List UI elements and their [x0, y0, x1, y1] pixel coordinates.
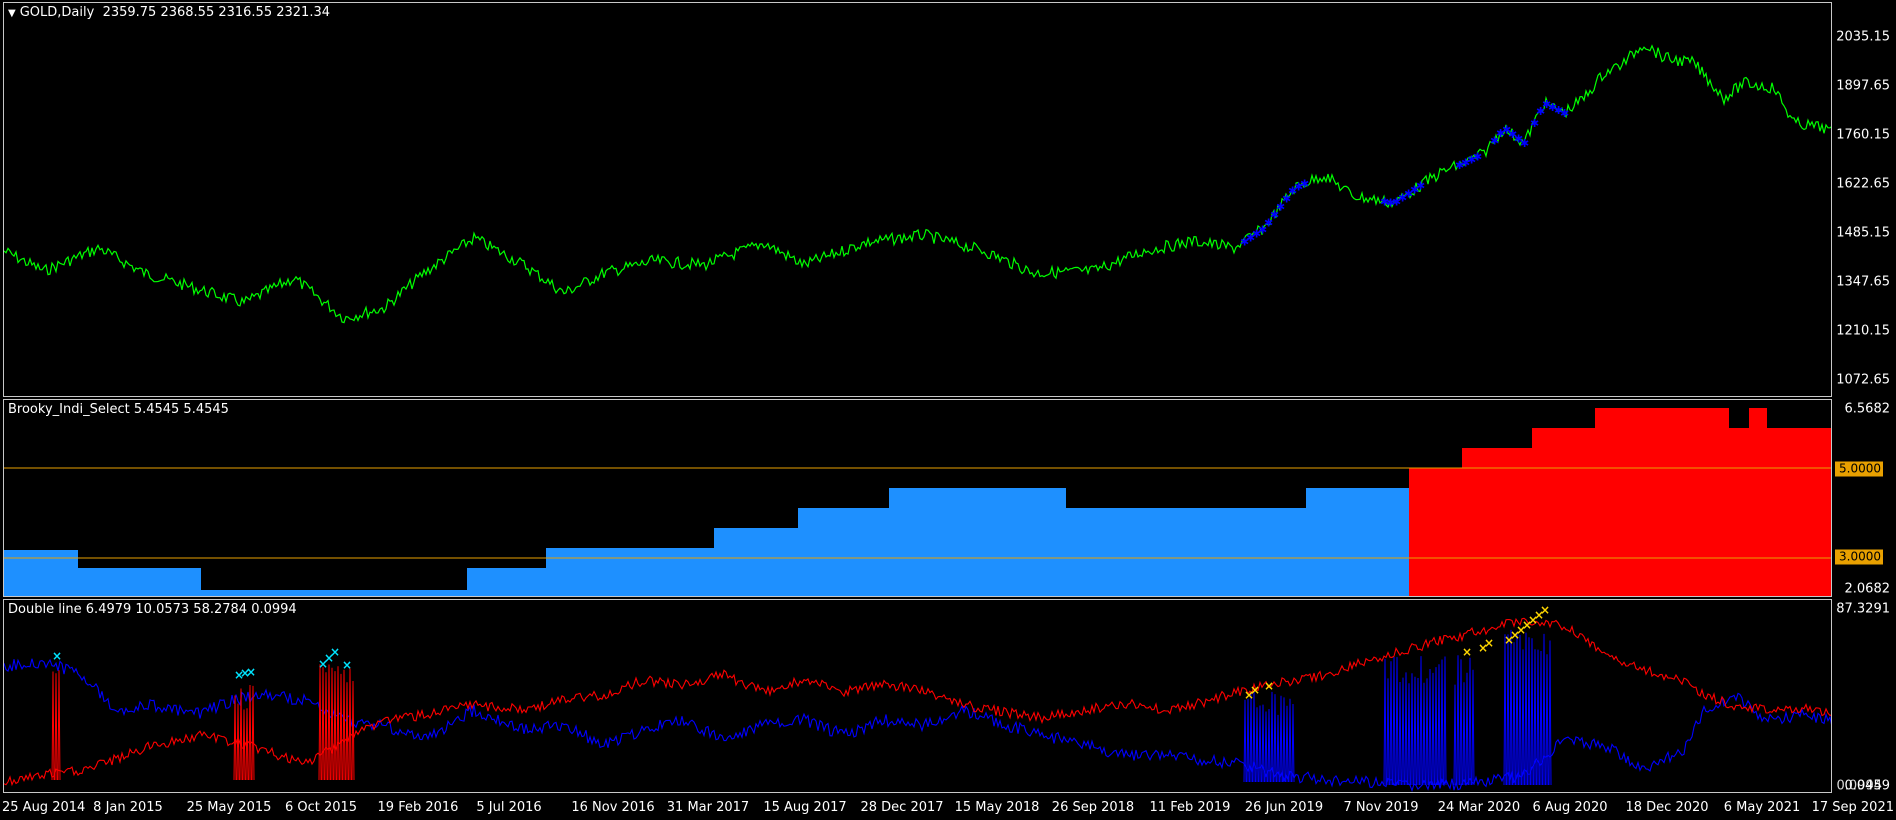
cross-marker: × [246, 665, 256, 679]
level-label-5: 5.0000 [1835, 461, 1883, 477]
cross-marker: × [342, 658, 352, 672]
indicator-bar-low [714, 528, 798, 596]
blue-spike [1383, 656, 1447, 786]
indicator-bar-low [78, 568, 201, 596]
price-tick: 1485.15 [1836, 225, 1890, 241]
indicator-bar-low [889, 488, 1066, 596]
time-tick: 25 Aug 2014 [2, 800, 86, 815]
double-line-pane-title: Double line 6.4979 10.0573 58.2784 0.099… [8, 602, 297, 617]
buy-marker: ✱ [1473, 151, 1482, 164]
time-tick: 18 Dec 2020 [1625, 800, 1709, 815]
time-tick: 16 Nov 2016 [571, 800, 655, 815]
double-line-axis: 87.3291 0.0459 0.0994 [1833, 599, 1896, 794]
indicator-bar-high [1409, 468, 1462, 596]
time-tick: 17 Sep 2021 [1811, 800, 1894, 815]
blue-spike [1243, 691, 1295, 783]
price-tick: 1210.15 [1836, 323, 1890, 339]
time-tick: 11 Feb 2019 [1149, 800, 1231, 815]
blue-spike [1503, 629, 1552, 786]
indicator-pane-title: Brooky_Indi_Select 5.4545 5.4545 [8, 402, 229, 417]
buy-marker: ✱ [1416, 180, 1425, 193]
time-tick: 6 Aug 2020 [1532, 800, 1608, 815]
indicator-bar-low [467, 568, 546, 596]
red-spike [318, 664, 355, 781]
indicator-axis: 6.5682 2.0682 [1833, 399, 1896, 597]
time-tick: 7 Nov 2019 [1343, 800, 1419, 815]
cross-marker: × [1462, 645, 1472, 659]
time-tick: 25 May 2015 [186, 800, 272, 815]
buy-marker: ✱ [1300, 178, 1309, 191]
time-tick: 26 Sep 2018 [1051, 800, 1135, 815]
indicator-bar-low [201, 590, 467, 596]
price-tick: 1072.65 [1836, 372, 1890, 388]
indicator-bar-high [1532, 428, 1595, 596]
buy-marker: ✱ [1520, 137, 1529, 150]
double-line-axis-bottom-overlap: 0.0994 [1836, 778, 1883, 794]
time-tick: 24 Mar 2020 [1437, 800, 1521, 815]
indicator-bar-high [1749, 408, 1767, 596]
price-axis: 2035.15 1897.65 1760.15 1622.65 1485.15 … [1833, 2, 1896, 397]
buy-marker: ✱ [1530, 117, 1539, 130]
time-tick: 6 Oct 2015 [284, 800, 358, 815]
indicator-bar-low [1306, 488, 1409, 596]
blue-line [4, 658, 1831, 792]
cross-marker: × [52, 649, 62, 663]
cross-marker: × [1264, 679, 1274, 693]
double-line-pane[interactable]: × × × × × × × × × × × × × × × × × × × × × Double line 6.4979… [3, 599, 1832, 793]
indicator-bar-high [1595, 408, 1729, 596]
time-tick: 15 May 2018 [954, 800, 1040, 815]
indicator-axis-bottom: 2.0682 [1844, 581, 1891, 597]
price-tick: 2035.15 [1836, 29, 1890, 45]
double-line-plot: ×××××××××× ×× ×× ××××××× [4, 603, 1831, 792]
buy-marker: ✱ [1560, 107, 1569, 120]
cross-marker: × [330, 645, 340, 659]
price-tick: 1347.65 [1836, 274, 1890, 290]
time-tick: 15 Aug 2017 [763, 800, 847, 815]
price-tick: 1622.65 [1836, 176, 1890, 192]
indicator-axis-top: 6.5682 [1844, 401, 1891, 417]
double-line-axis-top: 87.3291 [1836, 601, 1890, 617]
cross-marker: × [1250, 683, 1260, 697]
indicator-bar-low [1066, 508, 1306, 596]
price-line [4, 44, 1831, 324]
indicator-bar-high [1767, 428, 1831, 596]
indicator-bar-low [798, 508, 889, 596]
price-plot: ✱✱✱✱✱✱✱✱✱✱✱✱✱✱✱✱✱✱✱✱✱✱✱✱✱✱✱✱✱✱✱✱✱✱ [4, 44, 1831, 324]
indicator-bar-high [1462, 448, 1532, 596]
indicator-bar-low [546, 548, 714, 596]
cross-marker: × [1484, 636, 1494, 650]
time-tick: 28 Dec 2017 [860, 800, 944, 815]
red-line [4, 617, 1831, 787]
time-tick: 5 Jul 2016 [476, 800, 542, 815]
brooky-indicator-pane[interactable]: Brooky_Indi_Select 5.4545 5.4545 [3, 399, 1832, 597]
time-tick: 8 Jan 2015 [93, 800, 163, 815]
time-axis: 25 Aug 2014 8 Jan 2015 25 May 2015 6 Oct… [0, 794, 1896, 820]
time-tick: 6 May 2021 [1723, 800, 1801, 815]
price-chart-pane[interactable]: ▼ GOLD,Daily 2359.75 2368.55 2316.55 2321… [3, 2, 1832, 397]
indicator-bar-low [4, 550, 78, 596]
time-tick: 26 Jun 2019 [1244, 800, 1324, 815]
time-tick: 31 Mar 2017 [666, 800, 750, 815]
blue-spike [1453, 655, 1475, 786]
time-tick: 19 Feb 2016 [377, 800, 459, 815]
level-label-3: 3.0000 [1835, 549, 1883, 565]
cross-marker: × [1540, 603, 1550, 617]
price-tick: 1897.65 [1836, 78, 1890, 94]
price-tick: 1760.15 [1836, 127, 1890, 143]
indicator-plot [4, 408, 1831, 596]
red-spike [51, 670, 61, 781]
indicator-bar-high [1729, 428, 1749, 596]
